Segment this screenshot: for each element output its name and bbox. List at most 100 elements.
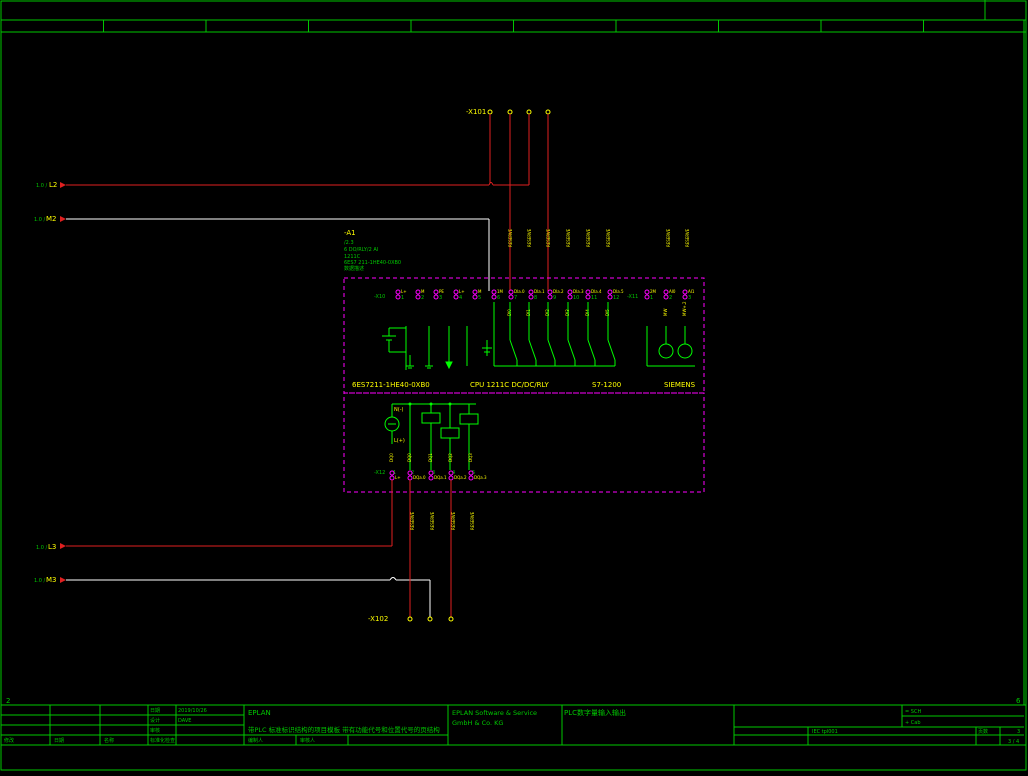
input-terminal-number: 11 — [591, 295, 597, 301]
reserve-label: RESERVE — [666, 228, 671, 247]
input-terminal-bottom[interactable] — [491, 294, 497, 300]
analog-terminal-top[interactable] — [663, 289, 669, 295]
switch-blade — [547, 339, 556, 361]
x101-terminal-3[interactable] — [526, 109, 532, 115]
input-terminal-label: DIa.2 — [553, 289, 564, 294]
analog-terminal-bottom[interactable] — [644, 294, 650, 300]
analog-terminal-number: 3 — [688, 295, 691, 301]
wire-l2-ref: 1.0 / — [36, 183, 48, 189]
tb-description: 带PLC 标准标识结构的项目模板 带有功能代号和位置代号的页结构 — [248, 725, 440, 734]
x101-terminal-2[interactable] — [507, 109, 513, 115]
output-terminal-bottom[interactable] — [468, 475, 474, 481]
input-terminal-number: 4 — [459, 295, 462, 301]
input-terminal-label: PE — [439, 289, 444, 294]
analog-terminal-bottom[interactable] — [682, 294, 688, 300]
x11-label: -X11 — [627, 294, 638, 300]
wire-m2[interactable]: 1.0 / M2 — [34, 215, 490, 291]
wire-l2[interactable]: 1.0 / L2 — [36, 181, 529, 189]
corner-left-label: 2 — [6, 697, 10, 705]
input-terminal-bottom[interactable] — [585, 294, 591, 300]
input-terminal-label: DIa.3 — [573, 289, 584, 294]
tb-standard: IEC tpl001 — [812, 729, 838, 735]
input-terminal-bottom[interactable] — [453, 294, 459, 300]
arrow-m3-icon — [60, 577, 66, 583]
analog-terminal-top[interactable] — [682, 289, 688, 295]
output-terminal-bottom[interactable] — [407, 475, 413, 481]
input-terminal-top[interactable] — [585, 289, 591, 295]
wire-l3-ref: 1.0 / — [36, 545, 48, 551]
x102-terminal-3[interactable] — [448, 616, 454, 622]
input-terminal-bottom[interactable] — [547, 294, 553, 300]
x102-terminal-2[interactable] — [427, 616, 433, 622]
tb-page-count: 3 / 4 — [1008, 739, 1019, 745]
input-terminal-top[interactable] — [528, 289, 534, 295]
analog-terminal-number: 2 — [669, 295, 672, 301]
schematic-canvas[interactable]: 2 6 1.0 / L2 1.0 / M2 1.0 / L3 1.0 / M3 … — [0, 0, 1028, 772]
plc-input-terminals[interactable]: L+1M2PE3L+4M51M6DIa.07DIa.18DIa.29DIa.31… — [395, 289, 624, 301]
x101-terminal-1[interactable] — [487, 109, 493, 115]
input-terminal-label: DIa.4 — [591, 289, 602, 294]
plc-channel-labels: DI0DI1DI2DI3DI4DI5MWMW+.2 — [507, 301, 687, 316]
input-terminal-bottom[interactable] — [567, 294, 573, 300]
input-terminal-top[interactable] — [433, 289, 439, 295]
output-channel-label: DQ1 — [428, 453, 433, 462]
input-terminal-bottom[interactable] — [528, 294, 534, 300]
reserve-label: RESERVE — [430, 511, 435, 530]
input-terminal-top[interactable] — [472, 289, 478, 295]
input-terminal-top[interactable] — [453, 289, 459, 295]
input-terminal-number: 2 — [421, 295, 424, 301]
input-terminal-top[interactable] — [567, 289, 573, 295]
x102-terminal-1[interactable] — [407, 616, 413, 622]
tb-std-label: 标准化检查 — [150, 737, 175, 744]
tb-designer-label: 设计 — [150, 717, 160, 724]
input-terminal-top[interactable] — [415, 289, 421, 295]
input-terminal-bottom[interactable] — [607, 294, 613, 300]
input-terminal-label: M — [421, 289, 425, 294]
analog-terminal-top[interactable] — [644, 289, 650, 295]
plc-output-terminals[interactable]: 1L+DQ02DQa.0DQ03DQa.1DQ14DQa.2DQ25DQa.3D… — [389, 453, 487, 481]
input-terminal-bottom[interactable] — [433, 294, 439, 300]
input-terminal-top[interactable] — [607, 289, 613, 295]
input-terminal-number: 3 — [439, 295, 442, 301]
tb-page-label: 页数 — [978, 728, 988, 735]
wire-m3[interactable]: 1.0 / M3 — [34, 576, 431, 617]
input-terminal-bottom[interactable] — [395, 294, 401, 300]
terminal-strip-x101[interactable]: -X101 — [466, 108, 551, 291]
reserve-label: RESERVE — [566, 228, 571, 247]
reserve-label: RESERVE — [685, 228, 690, 247]
x101-label: -X101 — [466, 108, 486, 116]
input-terminal-top[interactable] — [491, 289, 497, 295]
input-terminal-bottom[interactable] — [508, 294, 514, 300]
output-terminal-bottom[interactable] — [428, 475, 434, 481]
output-terminal-bottom[interactable] — [389, 475, 395, 481]
reserve-label: RESERVE — [527, 228, 532, 247]
plc-analog-terminals[interactable]: 2M1 AI02 AI13 — [644, 289, 695, 301]
x102-label: -X102 — [368, 615, 388, 623]
plc-module-a1[interactable]: -X10 L+1M2PE3L+4M51M6DIa.07DIa.18DIa.29D… — [343, 277, 705, 493]
input-terminal-label: DIa.0 — [514, 289, 525, 294]
input-terminal-bottom[interactable] — [415, 294, 421, 300]
analog-input-symbols — [646, 326, 695, 367]
output-terminal-label: DQa.3 — [474, 475, 487, 480]
input-terminal-bottom[interactable] — [472, 294, 478, 300]
input-terminal-top[interactable] — [508, 289, 514, 295]
input-terminal-label: L+ — [459, 289, 465, 294]
ground-symbols — [406, 326, 492, 370]
wire-l3[interactable]: 1.0 / L3 — [36, 480, 393, 551]
input-terminal-number: 9 — [553, 295, 556, 301]
reserve-labels-top: RESERVE RESERVE RESERVE RESERVE RESERVE RESER… — [508, 228, 690, 247]
input-terminal-top[interactable] — [547, 289, 553, 295]
schematic-sheet[interactable]: 2 6 1.0 / L2 1.0 / M2 1.0 / L3 1.0 / M3 … — [0, 0, 1028, 772]
output-terminal-bottom[interactable] — [448, 475, 454, 481]
tb-company2-line1: EPLAN Software & Service — [452, 709, 537, 717]
input-terminal-number: 12 — [613, 295, 619, 301]
input-terminal-top[interactable] — [395, 289, 401, 295]
channel-label: MW+.2 — [682, 301, 687, 316]
input-terminal-number: 1 — [401, 295, 404, 301]
reserve-label: RESERVE — [586, 228, 591, 247]
input-terminal-label: 1M — [497, 289, 504, 294]
x101-terminal-4[interactable] — [545, 109, 551, 115]
plc-info[interactable]: -A1 /2.3 6 DO/RLY/2 AI 1211C 6ES7 211-1H… — [344, 229, 401, 272]
analog-terminal-number: 1 — [650, 295, 653, 301]
analog-terminal-bottom[interactable] — [663, 294, 669, 300]
